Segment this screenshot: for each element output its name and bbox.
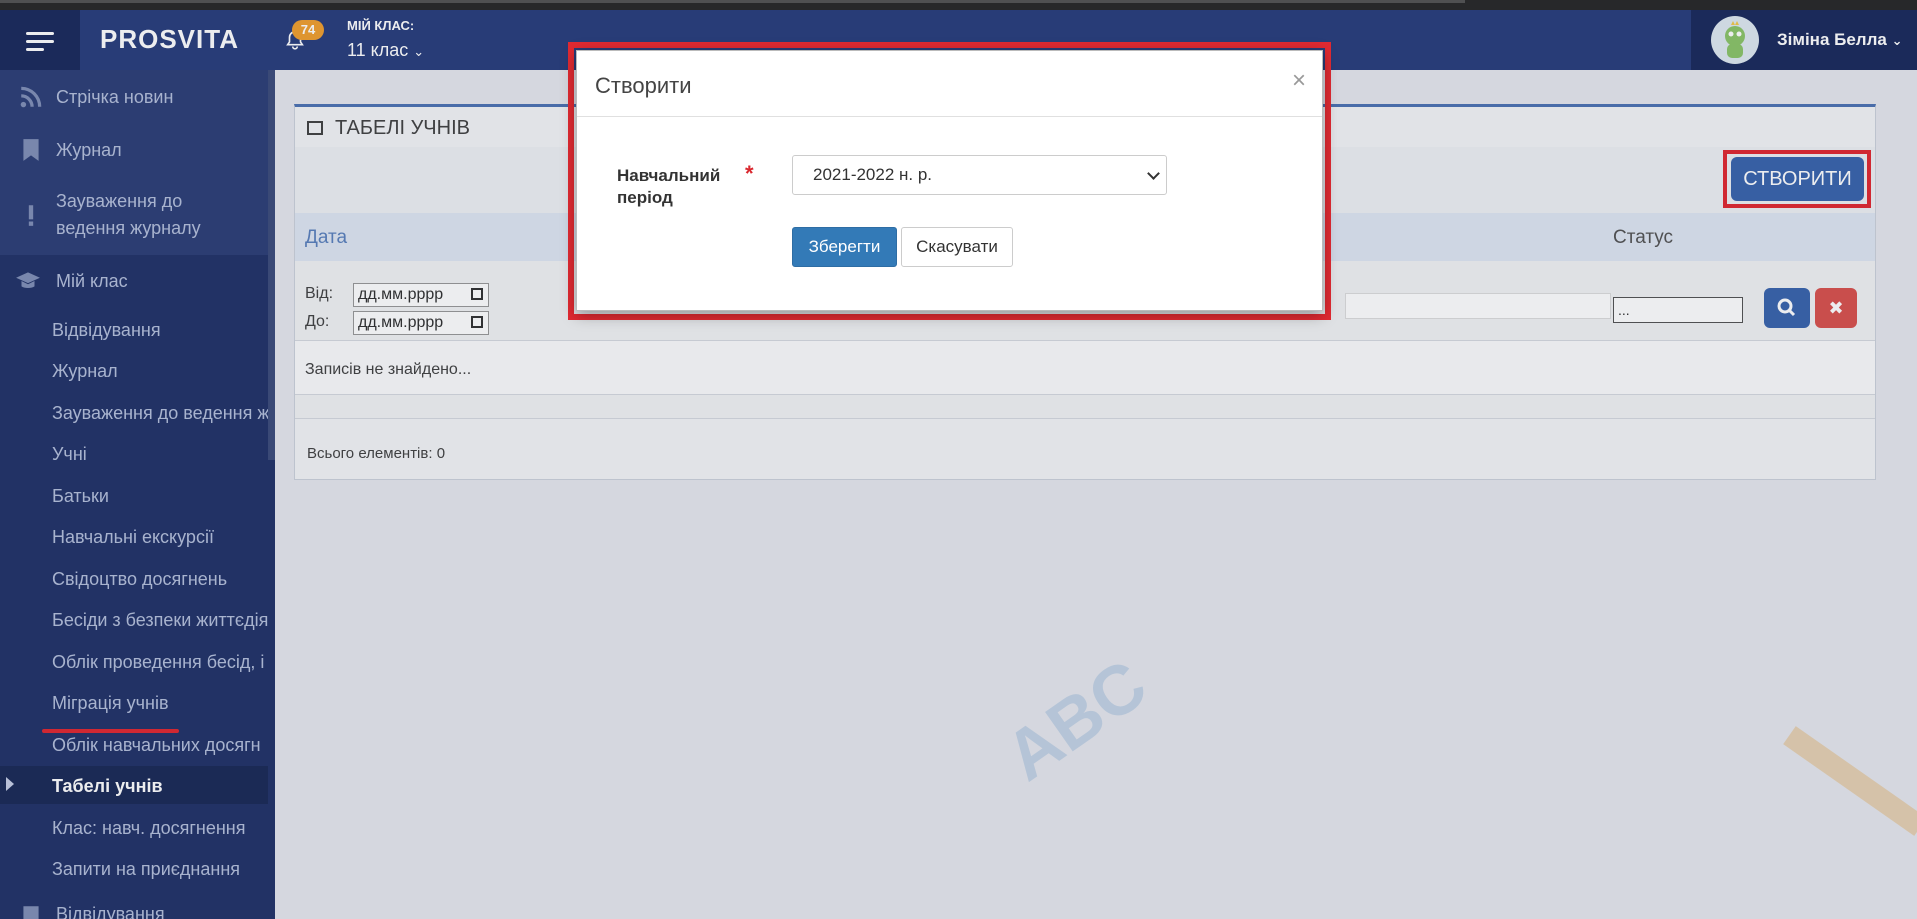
chevron-down-icon: [1147, 167, 1160, 180]
required-marker: *: [745, 161, 754, 186]
create-modal: Створити × Навчальний період * 2021-2022…: [576, 50, 1323, 311]
close-icon[interactable]: ×: [1292, 67, 1306, 95]
modal-header: Створити ×: [577, 51, 1322, 117]
cancel-button[interactable]: Скасувати: [901, 227, 1013, 267]
modal-title: Створити: [595, 73, 692, 98]
period-select[interactable]: 2021-2022 н. р.: [792, 155, 1167, 195]
save-button[interactable]: Зберегти: [792, 227, 897, 267]
period-label: Навчальний період: [617, 166, 721, 207]
period-select-value: 2021-2022 н. р.: [813, 165, 933, 184]
